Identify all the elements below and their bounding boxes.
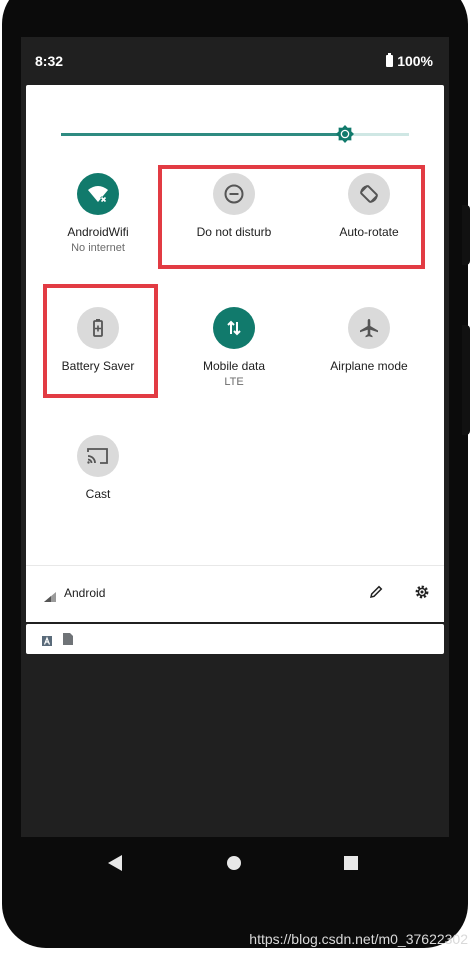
battery-plus-icon[interactable]: [77, 307, 119, 349]
rotate-icon[interactable]: [348, 173, 390, 215]
tile-mobile-data[interactable]: Mobile data LTE: [174, 307, 294, 388]
data-arrows-icon[interactable]: [213, 307, 255, 349]
brightness-thumb-icon[interactable]: [335, 124, 355, 144]
battery-status: 100%: [386, 53, 433, 69]
tile-wifi-sublabel: No internet: [71, 242, 125, 254]
status-bar: 8:32 100%: [21, 37, 449, 85]
back-icon[interactable]: [108, 855, 122, 876]
brightness-fill: [61, 133, 345, 136]
tile-airplane-label: Airplane mode: [330, 359, 408, 373]
notification-summary-bar[interactable]: [26, 624, 444, 654]
qs-footer: Android: [26, 565, 444, 622]
navigation-bar: [21, 837, 449, 889]
quick-settings-panel: AndroidWifi No internet Do not disturb A…: [26, 85, 444, 622]
screen: 8:32 100% AndroidWifi No internet Do not…: [21, 37, 449, 837]
battery-percent: 100%: [397, 53, 433, 69]
tile-airplane-mode[interactable]: Airplane mode: [309, 307, 429, 373]
tile-cast-label: Cast: [85, 487, 111, 501]
status-time: 8:32: [35, 53, 64, 69]
volume-button: [462, 205, 470, 265]
wifi-off-icon[interactable]: [77, 173, 119, 215]
brightness-slider[interactable]: [61, 124, 409, 144]
tile-wifi[interactable]: AndroidWifi No internet: [38, 173, 158, 254]
recents-icon[interactable]: [344, 856, 358, 870]
app-a-icon: [42, 633, 52, 651]
home-icon[interactable]: [227, 856, 241, 870]
tile-battery-saver-label: Battery Saver: [61, 359, 135, 373]
watermark: https://blog.csdn.net/m0_37622302: [249, 931, 468, 947]
tile-dnd-label: Do not disturb: [196, 225, 272, 239]
sim-card-icon: [63, 632, 73, 650]
tile-auto-rotate[interactable]: Auto-rotate: [309, 173, 429, 239]
tile-do-not-disturb[interactable]: Do not disturb: [174, 173, 294, 239]
tile-autorotate-label: Auto-rotate: [339, 225, 399, 239]
airplane-icon[interactable]: [348, 307, 390, 349]
carrier-name: Android: [64, 586, 106, 600]
signal-icon: [44, 589, 56, 607]
battery-icon: [386, 53, 394, 67]
cast-icon[interactable]: [77, 435, 119, 477]
minus-circle-icon[interactable]: [213, 173, 255, 215]
tile-mobile-data-sublabel: LTE: [224, 376, 244, 388]
power-button: [462, 325, 470, 435]
tile-wifi-label: AndroidWifi: [67, 225, 129, 239]
gear-icon[interactable]: [414, 584, 430, 605]
tile-mobile-data-label: Mobile data: [202, 359, 266, 373]
edit-pencil-icon[interactable]: [368, 584, 384, 605]
tile-battery-saver[interactable]: Battery Saver: [38, 307, 158, 373]
tile-cast[interactable]: Cast: [38, 435, 158, 501]
